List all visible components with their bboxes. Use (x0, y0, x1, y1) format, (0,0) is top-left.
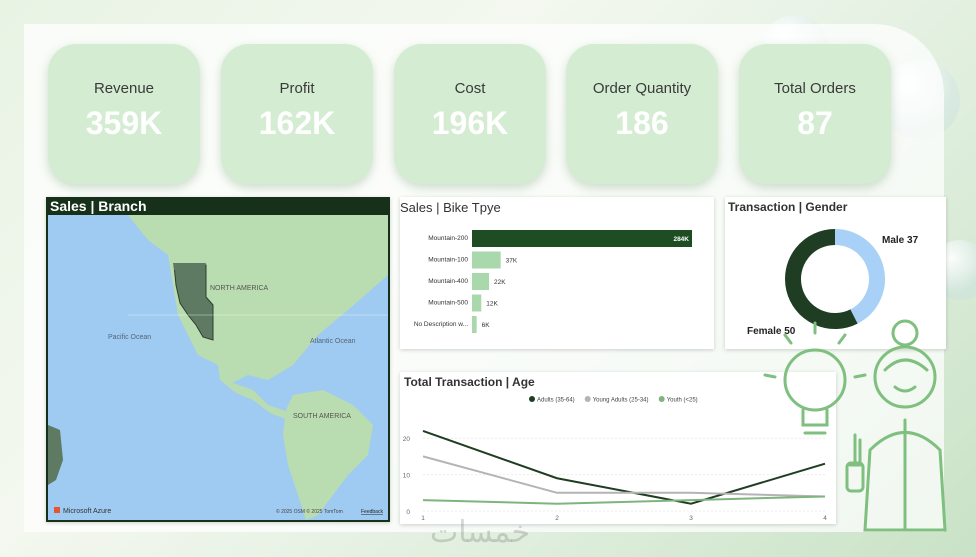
kpi-value: 87 (797, 105, 833, 141)
y-tick-label: 0 (406, 509, 410, 516)
kpi-title: Profit (279, 80, 315, 97)
woman-lightbulb-illustration (763, 319, 947, 532)
lightbulb-icon (783, 348, 847, 412)
kpi-title: Order Quantity (592, 80, 692, 97)
kpi-title: Cost (454, 80, 486, 97)
kpi-card-revenue[interactable]: Revenue 359K (48, 44, 200, 184)
bar-category-label: Mountain-100 (428, 257, 468, 264)
bar-chart-svg: Mountain-200 284K Mountain-100 37K Mountain-… (414, 230, 692, 333)
donut-slice[interactable] (834, 229, 885, 324)
branch-region-alaska (173, 263, 206, 270)
map-svg: NORTH AMERICA Pacific Ocean Atlantic Oce… (48, 215, 388, 520)
bar-category-label: Mountain-500 (428, 300, 468, 307)
map-attribution: © 2025 OSM © 2025 TomTom (276, 508, 343, 515)
bar-data-label: 22K (494, 279, 506, 286)
bar[interactable] (472, 316, 477, 333)
map-feedback-link[interactable]: Feedback (361, 509, 383, 515)
kpi-card-cost[interactable]: Cost 196K (394, 44, 546, 184)
x-tick-label: 1 (421, 515, 425, 522)
bar-category-label: No Description w... (414, 321, 468, 328)
map-label-pacific: Pacific Ocean (108, 334, 151, 341)
kpi-card-total-orders[interactable]: Total Orders 87 (739, 44, 891, 184)
map-label-north-america: NORTH AMERICA (210, 285, 269, 292)
bar-data-label: 37K (506, 258, 518, 265)
land-north-america (128, 215, 388, 385)
kpi-card-profit[interactable]: Profit 162K (221, 44, 373, 184)
x-tick-label: 2 (555, 515, 559, 522)
legend-label: Youth (<25) (667, 398, 698, 404)
bar-data-label: 12K (486, 301, 498, 308)
watermark: خمسات (430, 515, 531, 550)
kpi-card-order-quantity[interactable]: Order Quantity 186 (566, 44, 718, 184)
kpi-title: Revenue (93, 80, 155, 97)
kpi-value: 162K (258, 105, 336, 141)
map-title: Sales | Branch (50, 198, 147, 214)
bar[interactable] (472, 273, 490, 290)
bar-data-label: 284K (673, 236, 689, 243)
land-left-edge (48, 425, 63, 485)
map-canvas[interactable]: NORTH AMERICA Pacific Ocean Atlantic Oce… (48, 215, 388, 520)
microsoft-logo-icon (54, 507, 60, 513)
legend-marker (584, 396, 591, 402)
kpi-value: 196K (431, 105, 509, 141)
kpi-title: Total Orders (774, 80, 856, 97)
kpi-value: 359K (85, 105, 163, 141)
donut-label-male: Male 37 (882, 235, 919, 246)
y-tick-label: 20 (403, 436, 411, 443)
land-south-america (283, 390, 373, 520)
kpi-value: 186 (615, 105, 669, 141)
bar[interactable] (472, 230, 692, 247)
bike-type-chart[interactable]: Sales | Bike Tpye Mountain-200 284K Mounta… (400, 197, 714, 349)
legend-label: Adults (35-64) (537, 398, 575, 404)
bar[interactable] (472, 294, 482, 312)
bar-data-label: 6K (482, 322, 491, 329)
bar-category-label: Mountain-200 (428, 235, 468, 242)
donut-slice[interactable] (785, 229, 858, 329)
bar[interactable] (472, 251, 501, 269)
bar-category-label: Mountain-400 (428, 278, 468, 285)
map-visual[interactable]: Sales | Branch NORTH AMERICA Pacific Oce… (46, 197, 390, 522)
legend-marker (658, 396, 665, 402)
map-attribution-brand: Microsoft Azure (63, 508, 111, 515)
map-label-south-america: SOUTH AMERICA (293, 413, 351, 420)
y-tick-label: 10 (403, 473, 411, 480)
map-label-atlantic: Atlantic Ocean (310, 338, 356, 345)
legend-marker (529, 396, 535, 402)
x-tick-label: 3 (689, 515, 693, 522)
legend-label: Young Adults (25-34) (593, 398, 649, 404)
